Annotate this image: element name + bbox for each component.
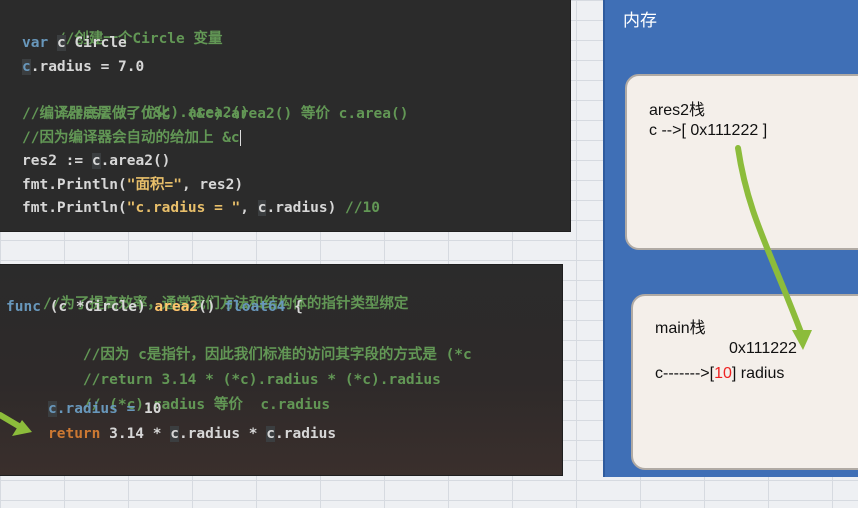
code-line: func (c *Circle) area2() float64 { (6, 296, 303, 318)
code-line: // (*c).radius 等价 c.radius (48, 372, 330, 413)
code-text: () (198, 299, 225, 315)
keyword: var (22, 35, 49, 51)
code-line: } (2, 449, 46, 475)
number-literal: 10 (144, 401, 162, 417)
string-literal: "c.radius = " (126, 200, 241, 216)
code-line: //return 3.14 * (*c).radius * (*c).radiu… (48, 347, 441, 388)
code-text: fmt.Println( (22, 177, 127, 193)
code-line: c.radius = 7.0 (22, 56, 144, 78)
code-text: { (285, 299, 303, 315)
code-line: fmt.Println("c.radius = ", c.radius) //1… (22, 197, 380, 219)
code-text: (c *Circle) (40, 299, 155, 315)
code-text: .area2() (100, 153, 171, 169)
code-text: .radius = (56, 401, 145, 417)
code-line: return 3.14 * c.radius * c.radius (48, 423, 336, 445)
text-cursor (239, 130, 241, 146)
main-stack-box: main栈 0x111222 c------->[10] radius (631, 294, 858, 470)
type-name: Circle (74, 35, 127, 51)
function-name: area2 (154, 299, 199, 315)
identifier: c (170, 426, 179, 442)
code-panel-method: //为了提高效率，通常我们方法和结构体的指针类型绑定 func (c *Circ… (0, 265, 562, 475)
stack-title: main栈 (655, 320, 706, 337)
code-line: //为了提高效率，通常我们方法和结构体的指针类型绑定 (8, 271, 408, 312)
memory-title: 内存 (623, 11, 657, 30)
code-text: .radius = 7.0 (30, 59, 145, 75)
type-name: float64 (224, 299, 286, 315)
code-line: //因为 c是指针，因此我们标准的访问其字段的方式是 (*c (48, 322, 472, 363)
stack-title: ares2栈 (649, 102, 706, 119)
identifier: c (48, 401, 57, 417)
radius-value: 10 (714, 365, 732, 382)
code-line: //编译器底层做了优化 (&c).area2() 等价 c.area() (22, 103, 408, 125)
code-line: fmt.Println("面积=", res2) (22, 174, 243, 196)
code-line: c.radius = 10 (48, 398, 162, 420)
variable-address: 0x111222 (729, 340, 797, 357)
code-text: .radius) (266, 200, 346, 216)
keyword: func (6, 299, 41, 315)
identifier: c (266, 426, 276, 442)
radius-field: c------->[10] radius (655, 365, 784, 383)
comment: c.area() (338, 106, 409, 122)
keyword: return (48, 426, 101, 442)
code-line: //创建一个Circle 变量 (22, 6, 223, 47)
code-panel-main: //创建一个Circle 变量 var c Circle c.radius = … (0, 0, 570, 231)
code-text: res2 := (22, 153, 92, 169)
comment: //编译器底层做了优化 (&c).area2() 等价 (22, 106, 339, 122)
code-text: } (37, 474, 46, 475)
field-name: ] radius (731, 365, 785, 382)
comment: //因为编译器会自动的给加上 &c (22, 130, 240, 146)
identifier: c (22, 59, 31, 75)
memory-panel: 内存 ares2栈 c -->[ 0x111222 ] main栈 0x1112… (603, 0, 858, 477)
comment: //10 (345, 200, 380, 216)
code-text: fmt.Println( (22, 200, 127, 216)
code-line: var c Circle (22, 32, 127, 54)
code-text: .radius (275, 426, 337, 442)
code-line: //因为编译器会自动的给加上 &c (22, 127, 241, 149)
identifier: c (91, 153, 101, 169)
identifier: c (56, 35, 66, 51)
code-line: //res2 := (&c).area2() (22, 80, 249, 121)
pointer-value: c -->[ 0x111222 ] (649, 122, 768, 139)
code-line: res2 := c.area2() (22, 150, 170, 172)
code-text: , res2) (181, 177, 244, 193)
string-literal: "面积=" (126, 177, 182, 193)
code-text: 3.14 * (100, 426, 171, 442)
code-text: , (240, 200, 258, 216)
ares2-stack-box: ares2栈 c -->[ 0x111222 ] (625, 74, 858, 250)
pointer-label: c------->[ (655, 365, 715, 382)
code-text: .radius * (178, 426, 267, 442)
